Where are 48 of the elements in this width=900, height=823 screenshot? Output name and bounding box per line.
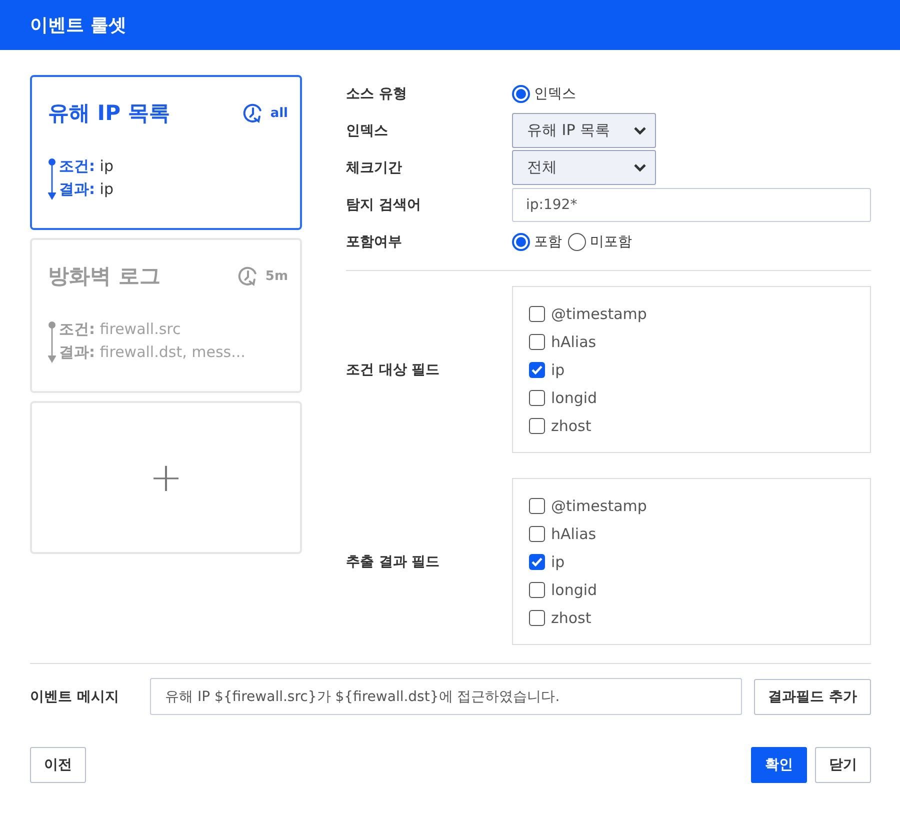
field-label: 체크기간 (346, 158, 403, 176)
field-checkbox[interactable]: @timestamp (529, 496, 870, 514)
period-select[interactable]: 전체 (512, 150, 656, 185)
field-checkbox[interactable]: @timestamp (529, 304, 870, 322)
field-checkbox[interactable]: longid (529, 580, 870, 598)
field-checkbox[interactable]: hAlias (529, 332, 870, 350)
field-checkbox[interactable]: ip (529, 552, 870, 570)
field-checkbox[interactable]: zhost (529, 608, 870, 626)
ruleset-card[interactable]: 유해 IP 목록 all 조건: ip 결과: ip (30, 75, 302, 230)
confirm-button[interactable]: 확인 (751, 747, 807, 783)
result-text: 결과: firewall.dst, mess... (59, 343, 246, 362)
field-label: 포함여부 (346, 232, 403, 250)
clock-icon (237, 265, 260, 287)
field-checkbox[interactable]: ip (529, 360, 870, 378)
message-input[interactable]: 유해 IP ${firewall.src}가 ${firewall.dst}에 접근하였습니다. (150, 678, 742, 715)
clock-icon (242, 102, 264, 124)
radio-option[interactable]: 미포함 (568, 232, 632, 250)
radio-option[interactable]: 포함 (512, 232, 562, 250)
message-label: 이벤트 메시지 (30, 688, 120, 706)
arrow-down-icon (48, 320, 56, 364)
arrow-down-icon (48, 157, 56, 201)
field-checkbox[interactable]: zhost (529, 416, 870, 434)
index-select[interactable]: 유해 IP 목록 (512, 113, 656, 148)
check-icon (531, 556, 543, 566)
field-checkbox[interactable]: hAlias (529, 524, 870, 542)
condition-text: 조건: ip (59, 157, 114, 176)
field-label: 추출 결과 필드 (346, 552, 441, 570)
field-label: 인덱스 (346, 122, 389, 140)
field-label: 조건 대상 필드 (346, 360, 441, 378)
window-title: 이벤트 룰셋 (30, 14, 126, 37)
query-input[interactable]: ip:192* (512, 188, 871, 222)
condition-text: 조건: firewall.src (59, 320, 182, 339)
check-icon (531, 364, 543, 374)
result-text: 결과: ip (59, 180, 114, 199)
chevron-down-icon (633, 126, 647, 136)
add-result-field-button[interactable]: 결과필드 추가 (754, 678, 871, 714)
close-button[interactable]: 닫기 (815, 747, 871, 783)
field-label: 탐지 검색어 (346, 196, 422, 214)
ruleset-name: 유해 IP 목록 (48, 100, 170, 127)
field-label: 소스 유형 (346, 84, 408, 102)
add-ruleset-button[interactable]: + (30, 401, 302, 554)
field-checkbox[interactable]: longid (529, 388, 870, 406)
previous-button[interactable]: 이전 (30, 747, 86, 783)
chevron-down-icon (633, 162, 647, 172)
ruleset-name: 방화벽 로그 (48, 263, 160, 290)
radio-option[interactable]: 인덱스 (512, 84, 576, 102)
interval-text: all (270, 106, 288, 120)
interval-text: 5m (265, 268, 288, 284)
